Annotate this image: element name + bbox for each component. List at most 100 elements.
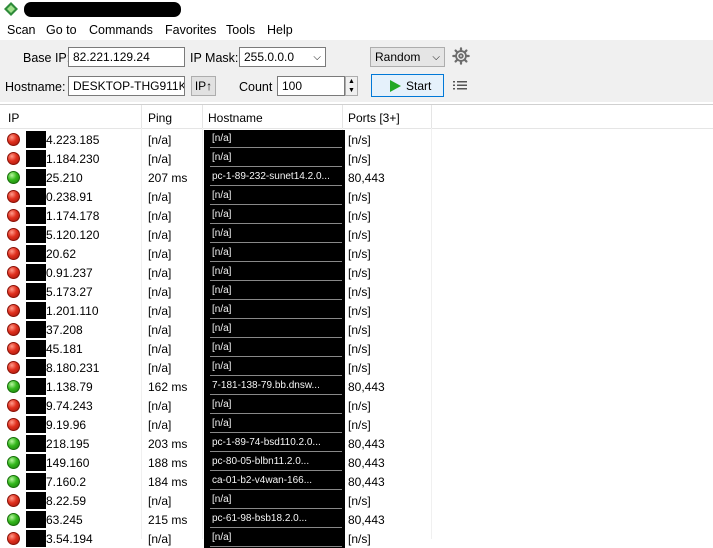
table-header: IP Ping Hostname Ports [3+] bbox=[0, 105, 713, 129]
column-divider[interactable] bbox=[342, 105, 343, 128]
ping-cell: 162 ms bbox=[148, 380, 188, 394]
ip-redaction bbox=[26, 150, 46, 167]
ip-redaction bbox=[26, 245, 46, 262]
ip-redaction bbox=[26, 169, 46, 186]
table-row[interactable]: 0.238.91 [n/a] [n/a] [n/s] bbox=[0, 187, 713, 206]
table-row[interactable]: 1.184.230 [n/a] [n/a] [n/s] bbox=[0, 149, 713, 168]
table-row[interactable]: 149.160 188 ms pc-80-05-blbn11.2.0... 80,44… bbox=[0, 453, 713, 472]
hostname-cell: [n/a] bbox=[204, 187, 345, 206]
table-row[interactable]: 5.173.27 [n/a] [n/a] [n/s] bbox=[0, 282, 713, 301]
ping-cell: [n/a] bbox=[148, 342, 172, 356]
menu-tools[interactable]: Tools bbox=[226, 23, 255, 37]
menu-commands[interactable]: Commands bbox=[89, 23, 153, 37]
start-button[interactable]: Start bbox=[371, 74, 444, 97]
window-title-redacted bbox=[24, 2, 181, 17]
ip-redaction bbox=[26, 530, 46, 547]
hostname-cell: [n/a] bbox=[204, 301, 345, 320]
hostname-cell: [n/a] bbox=[204, 225, 345, 244]
spin-down-icon[interactable]: ▼ bbox=[346, 86, 357, 95]
hostname-cell: [n/a] bbox=[204, 491, 345, 510]
column-divider[interactable] bbox=[431, 105, 432, 128]
ports-cell: 80,443 bbox=[348, 456, 385, 470]
table-row[interactable]: 9.19.96 [n/a] [n/a] [n/s] bbox=[0, 415, 713, 434]
hostname-text: [n/a] bbox=[212, 209, 232, 220]
ports-cell: 80,443 bbox=[348, 380, 385, 394]
count-spinner[interactable]: ▲ ▼ bbox=[345, 76, 358, 96]
hostname-underline bbox=[210, 527, 342, 528]
hostname-cell: [n/a] bbox=[204, 339, 345, 358]
hostname-cell: [n/a] bbox=[204, 415, 345, 434]
table-row[interactable]: 3.54.194 [n/a] [n/a] [n/s] bbox=[0, 529, 713, 548]
count-field[interactable]: 100 bbox=[277, 76, 345, 96]
ip-redaction bbox=[26, 264, 46, 281]
column-ping[interactable]: Ping bbox=[148, 111, 172, 125]
ip-cell: 37.208 bbox=[46, 323, 83, 337]
base-ip-field[interactable]: 82.221.129.24 bbox=[68, 47, 185, 67]
hostname-cell: pc-80-05-blbn11.2.0... bbox=[204, 453, 345, 472]
ip-mask-combo[interactable]: 255.0.0.0 ⌵ bbox=[239, 47, 326, 67]
dead-status-icon bbox=[7, 323, 20, 336]
dead-status-icon bbox=[7, 266, 20, 279]
spin-up-icon[interactable]: ▲ bbox=[346, 77, 357, 86]
column-hostname[interactable]: Hostname bbox=[208, 111, 263, 125]
menu-goto[interactable]: Go to bbox=[46, 23, 77, 37]
column-ip[interactable]: IP bbox=[8, 111, 19, 125]
table-row[interactable]: 218.195 203 ms pc-1-89-74-bsd110.2.0... 80,… bbox=[0, 434, 713, 453]
hostname-underline bbox=[210, 261, 342, 262]
table-row[interactable]: 7.160.2 184 ms ca-01-b2-v4wan-166... 80,443 bbox=[0, 472, 713, 491]
ip-cell: 20.62 bbox=[46, 247, 77, 261]
hostname-field[interactable]: DESKTOP-THG911K bbox=[68, 76, 185, 96]
table-row[interactable]: 1.138.79 162 ms 7-181-138-79.bb.dnsw... 80,… bbox=[0, 377, 713, 396]
table-row[interactable]: 0.91.237 [n/a] [n/a] [n/s] bbox=[0, 263, 713, 282]
hostname-text: [n/a] bbox=[212, 228, 232, 239]
ping-cell: 215 ms bbox=[148, 513, 188, 527]
hostname-cell: [n/a] bbox=[204, 244, 345, 263]
hostname-underline bbox=[210, 337, 342, 338]
menu-scan[interactable]: Scan bbox=[7, 23, 36, 37]
table-row[interactable]: 8.22.59 [n/a] [n/a] [n/s] bbox=[0, 491, 713, 510]
ip-redaction bbox=[26, 188, 46, 205]
table-row[interactable]: 1.201.110 [n/a] [n/a] [n/s] bbox=[0, 301, 713, 320]
ip-cell: 5.173.27 bbox=[46, 285, 93, 299]
table-row[interactable]: 45.181 [n/a] [n/a] [n/s] bbox=[0, 339, 713, 358]
results-table: IP Ping Hostname Ports [3+] 4.223.185 [n/… bbox=[0, 104, 713, 548]
table-row[interactable]: 20.62 [n/a] [n/a] [n/s] bbox=[0, 244, 713, 263]
menu-favorites[interactable]: Favorites bbox=[165, 23, 216, 37]
hostname-text: [n/a] bbox=[212, 152, 232, 163]
column-divider[interactable] bbox=[141, 105, 142, 128]
table-row[interactable]: 1.174.178 [n/a] [n/a] [n/s] bbox=[0, 206, 713, 225]
dead-status-icon bbox=[7, 209, 20, 222]
table-row[interactable]: 63.245 215 ms pc-61-98-bsb18.2.0... 80,443 bbox=[0, 510, 713, 529]
list-icon[interactable] bbox=[452, 78, 468, 92]
ping-cell: 203 ms bbox=[148, 437, 188, 451]
table-row[interactable]: 9.74.243 [n/a] [n/a] [n/s] bbox=[0, 396, 713, 415]
alive-status-icon bbox=[7, 475, 20, 488]
hostname-label: Hostname: bbox=[5, 80, 66, 94]
table-row[interactable]: 37.208 [n/a] [n/a] [n/s] bbox=[0, 320, 713, 339]
table-row[interactable]: 4.223.185 [n/a] [n/a] [n/s] bbox=[0, 130, 713, 149]
ip-redaction bbox=[26, 207, 46, 224]
ip-redaction bbox=[26, 492, 46, 509]
hostname-underline bbox=[210, 166, 342, 167]
gear-icon[interactable] bbox=[452, 47, 470, 65]
ping-cell: [n/a] bbox=[148, 133, 172, 147]
table-row[interactable]: 25.210 207 ms pc-1-89-232-sunet14.2.0... 80… bbox=[0, 168, 713, 187]
ip-cell: 1.184.230 bbox=[46, 152, 100, 166]
table-row[interactable]: 5.120.120 [n/a] [n/a] [n/s] bbox=[0, 225, 713, 244]
menu-help[interactable]: Help bbox=[267, 23, 293, 37]
table-row[interactable]: 8.180.231 [n/a] [n/a] [n/s] bbox=[0, 358, 713, 377]
hostname-cell: [n/a] bbox=[204, 320, 345, 339]
ports-cell: 80,443 bbox=[348, 437, 385, 451]
column-divider[interactable] bbox=[202, 105, 203, 128]
hostname-text: 7-181-138-79.bb.dnsw... bbox=[212, 380, 320, 391]
column-ports[interactable]: Ports [3+] bbox=[348, 111, 400, 125]
ip-cell: 9.19.96 bbox=[46, 418, 87, 432]
ip-cell: 4.223.185 bbox=[46, 133, 100, 147]
ip-mask-label: IP Mask: bbox=[190, 51, 239, 65]
ping-cell: [n/a] bbox=[148, 228, 172, 242]
mode-combo[interactable]: Random ⌵ bbox=[370, 47, 445, 67]
ip-up-button[interactable]: IP↑ bbox=[191, 76, 216, 96]
hostname-cell: pc-61-98-bsb18.2.0... bbox=[204, 510, 345, 529]
ping-cell: [n/a] bbox=[148, 323, 172, 337]
hostname-underline bbox=[210, 185, 342, 186]
